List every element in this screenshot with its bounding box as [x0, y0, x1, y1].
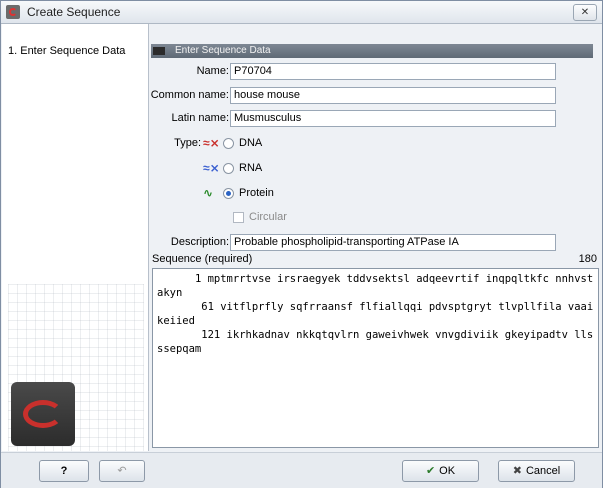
title-bar: Create Sequence ✕	[1, 1, 602, 24]
main-panel: Enter Sequence Data Name: P70704 Common …	[149, 24, 601, 451]
common-name-field[interactable]: house mouse	[230, 87, 556, 104]
type-label: Type:	[174, 137, 201, 149]
sequence-textarea[interactable]: 1 mptmrrtvse irsraegyek tddvsektsl adqee…	[152, 268, 599, 448]
description-field[interactable]: Probable phospholipid-transporting ATPas…	[230, 234, 556, 251]
wizard-steps-panel: 1. Enter Sequence Data	[2, 24, 149, 451]
name-field[interactable]: P70704	[230, 63, 556, 80]
cancel-button[interactable]: ✖ Cancel	[498, 460, 575, 482]
section-header: Enter Sequence Data	[151, 44, 593, 58]
cancel-label: Cancel	[525, 465, 561, 477]
circular-label: Circular	[249, 211, 287, 223]
window-title: Create Sequence	[27, 5, 121, 19]
protein-radio[interactable]	[223, 188, 234, 199]
create-sequence-dialog: Create Sequence ✕ 1. Enter Sequence Data…	[0, 0, 603, 488]
dna-radio-label[interactable]: DNA	[239, 137, 262, 149]
back-button[interactable]: ↶	[99, 460, 145, 482]
ok-label: OK	[439, 465, 456, 477]
logo-swoosh-icon	[23, 400, 63, 428]
circular-checkbox[interactable]	[233, 212, 244, 223]
section-header-bar-icon	[153, 47, 165, 55]
rna-icon: ≈⨯	[203, 161, 220, 175]
common-name-label: Common name:	[150, 89, 229, 101]
latin-name-label: Latin name:	[171, 112, 229, 124]
name-label: Name:	[196, 65, 229, 77]
latin-name-field[interactable]: Musmusculus	[230, 110, 556, 127]
cancel-x-icon: ✖	[512, 465, 522, 477]
sequence-length-count: 180	[578, 253, 597, 265]
close-button[interactable]: ✕	[573, 4, 597, 21]
sequence-label: Sequence (required)	[152, 253, 253, 265]
check-icon: ✔	[425, 465, 436, 477]
rna-radio-label[interactable]: RNA	[239, 162, 262, 174]
ok-button[interactable]: ✔ OK	[402, 460, 479, 482]
rna-radio[interactable]	[223, 163, 234, 174]
wizard-step-enter-sequence-data[interactable]: 1. Enter Sequence Data	[8, 45, 125, 57]
help-button[interactable]: ?	[39, 460, 89, 482]
dna-icon: ≈⨯	[203, 136, 220, 150]
protein-radio-label[interactable]: Protein	[239, 187, 274, 199]
description-label: Description:	[170, 236, 229, 248]
section-title: Enter Sequence Data	[175, 45, 271, 56]
app-logo-icon	[6, 5, 20, 19]
dna-radio[interactable]	[223, 138, 234, 149]
clc-logo	[11, 382, 75, 446]
dialog-footer: ? ↶ ✔ OK ✖ Cancel	[1, 452, 602, 488]
protein-icon: ∿	[203, 186, 214, 200]
